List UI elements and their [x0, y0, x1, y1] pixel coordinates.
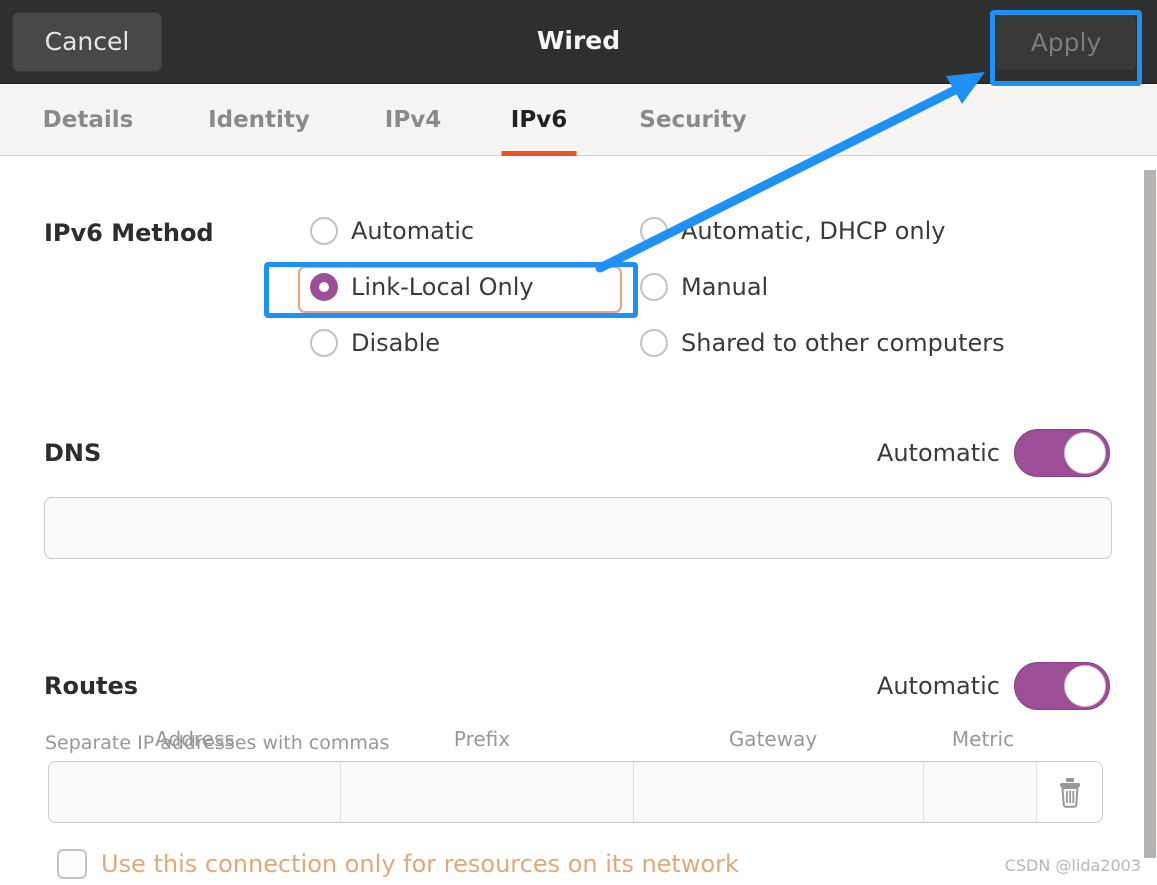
tab-ipv6[interactable]: IPv6 [487, 84, 591, 156]
radio-link-local-only[interactable]: Link-Local Only [310, 273, 534, 301]
radio-label: Link-Local Only [351, 273, 534, 301]
radio-circle-icon [640, 329, 668, 357]
window-title: Wired [536, 26, 621, 55]
routes-automatic-toggle[interactable] [1014, 662, 1110, 710]
route-address-cell[interactable] [49, 762, 341, 822]
radio-label: Automatic, DHCP only [681, 217, 946, 245]
routes-table [48, 761, 1103, 823]
route-prefix-cell[interactable] [341, 762, 634, 822]
toggle-knob [1064, 432, 1106, 474]
radio-circle-icon [310, 329, 338, 357]
radio-label: Automatic [351, 217, 475, 245]
tab-identity[interactable]: Identity [185, 84, 333, 156]
radio-label: Disable [351, 329, 441, 357]
dns-automatic-toggle[interactable] [1014, 429, 1110, 477]
apply-button[interactable]: Apply [995, 14, 1137, 71]
network-settings-window: Cancel Wired Apply Details Identity IPv4… [0, 0, 1157, 885]
checkbox-icon[interactable] [57, 849, 87, 879]
dns-automatic-toggle-group[interactable]: Automatic [877, 429, 1110, 477]
radio-circle-icon [640, 217, 668, 245]
routes-column-metric: Metric [951, 727, 1015, 751]
radio-circle-icon [310, 217, 338, 245]
radio-automatic[interactable]: Automatic [310, 217, 474, 245]
route-gateway-cell[interactable] [634, 762, 924, 822]
dns-toggle-label: Automatic [876, 439, 1000, 467]
ipv6-settings-panel: IPv6 Method Automatic Link-Local Only Di… [0, 157, 1157, 885]
radio-manual[interactable]: Manual [640, 273, 768, 301]
routes-toggle-label: Automatic [876, 672, 1000, 700]
tab-ipv4[interactable]: IPv4 [362, 84, 464, 156]
route-delete-button[interactable] [1037, 762, 1102, 822]
radio-disable[interactable]: Disable [310, 329, 440, 357]
radio-automatic-dhcp-only[interactable]: Automatic, DHCP only [640, 217, 946, 245]
dns-servers-input[interactable] [44, 497, 1112, 559]
dns-label: DNS [44, 439, 102, 467]
tab-details[interactable]: Details [20, 84, 156, 156]
route-metric-cell[interactable] [924, 762, 1037, 822]
radio-circle-icon [640, 273, 668, 301]
scrollbar-thumb[interactable] [1144, 170, 1156, 858]
radio-label: Manual [681, 273, 769, 301]
radio-shared-to-other-computers[interactable]: Shared to other computers [640, 329, 1005, 357]
routes-column-gateway: Gateway [728, 727, 818, 751]
tab-security[interactable]: Security [619, 84, 767, 156]
radio-circle-selected-icon [310, 273, 338, 301]
restrict-connection-label: Use this connection only for resources o… [101, 850, 739, 878]
routes-automatic-toggle-group[interactable]: Automatic [877, 662, 1110, 710]
window-headerbar: Cancel Wired Apply [0, 0, 1157, 84]
watermark-text: CSDN @lida2003 [1004, 856, 1141, 875]
vertical-scrollbar[interactable] [1143, 157, 1157, 885]
routes-column-prefix: Prefix [453, 727, 511, 751]
ipv6-method-label: IPv6 Method [44, 219, 214, 247]
tab-bar: Details Identity IPv4 IPv6 Security [0, 84, 1157, 156]
routes-label: Routes [44, 672, 139, 700]
restrict-connection-checkbox-row[interactable]: Use this connection only for resources o… [57, 849, 739, 879]
trash-icon [1059, 778, 1080, 808]
routes-column-address: Address [155, 727, 235, 751]
toggle-knob [1064, 665, 1106, 707]
radio-label: Shared to other computers [681, 329, 1005, 357]
